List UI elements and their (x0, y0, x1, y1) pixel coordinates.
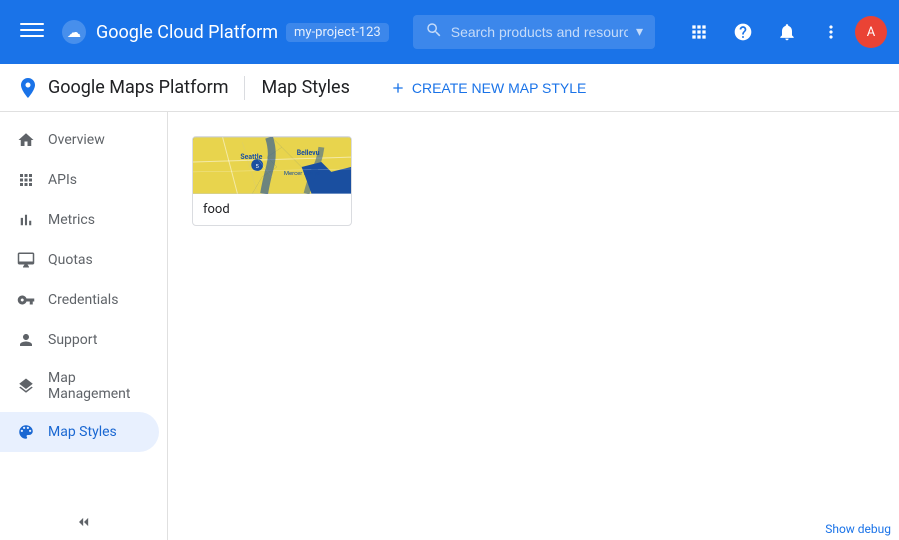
sidebar-item-overview[interactable]: Overview (0, 120, 159, 160)
debug-bar[interactable]: Show debug (817, 518, 899, 540)
main-layout: Overview APIs Metrics (0, 112, 899, 540)
search-dropdown-icon[interactable]: ▾ (636, 24, 643, 40)
sidebar-item-label: Map Management (48, 370, 143, 402)
sidebar-item-support[interactable]: Support (0, 320, 159, 360)
app-title: Google Maps Platform (48, 77, 228, 98)
help-icon[interactable] (723, 12, 763, 52)
main-content: Seattle Bellevu Mercer Island 5 food (168, 112, 899, 540)
sidebar-item-label: Support (48, 332, 97, 348)
header-divider (244, 76, 245, 100)
sidebar-item-label: Credentials (48, 292, 118, 308)
sidebar-item-metrics[interactable]: Metrics (0, 200, 159, 240)
map-style-card-food[interactable]: Seattle Bellevu Mercer Island 5 food (192, 136, 352, 226)
notification-icon[interactable] (767, 12, 807, 52)
header-actions: CREATE NEW MAP STYLE (390, 80, 587, 96)
sidebar-collapse-button[interactable] (0, 504, 167, 540)
create-new-map-style-button[interactable]: CREATE NEW MAP STYLE (390, 80, 587, 96)
topbar-logo: ☁ Google Cloud Platform (60, 18, 278, 46)
page-title: Map Styles (261, 77, 349, 98)
sidebar-item-label: Quotas (48, 252, 93, 268)
sidebar-item-quotas[interactable]: Quotas (0, 240, 159, 280)
topbar-title: Google Cloud Platform (96, 22, 278, 43)
map-thumbnail-image: Seattle Bellevu Mercer Island 5 (193, 137, 351, 194)
topbar-actions: A (679, 12, 887, 52)
grid-icon (16, 170, 36, 190)
map-card-label: food (193, 194, 351, 225)
svg-text:Bellevu: Bellevu (297, 149, 320, 157)
home-icon (16, 130, 36, 150)
more-icon[interactable] (811, 12, 851, 52)
bar-chart-icon (16, 210, 36, 230)
palette-icon (16, 422, 36, 442)
map-thumbnail: Seattle Bellevu Mercer Island 5 (193, 137, 351, 194)
search-icon (425, 21, 443, 43)
monitor-icon (16, 250, 36, 270)
account-selector[interactable]: my-project-123 (286, 23, 389, 42)
key-icon (16, 290, 36, 310)
sidebar-item-label: APIs (48, 172, 77, 188)
cloud-icon: ☁ (60, 18, 88, 46)
collapse-icon (74, 512, 94, 532)
layers-icon (16, 376, 36, 396)
apps-icon[interactable] (679, 12, 719, 52)
avatar[interactable]: A (855, 16, 887, 48)
subheader: Google Maps Platform Map Styles CREATE N… (0, 64, 899, 112)
menu-icon[interactable] (12, 10, 52, 54)
search-input[interactable] (451, 24, 628, 40)
person-icon (16, 330, 36, 350)
maps-logo-icon (16, 76, 40, 100)
sidebar-item-map-styles[interactable]: Map Styles (0, 412, 159, 452)
search-bar[interactable]: ▾ (413, 15, 655, 49)
svg-text:☁: ☁ (67, 25, 81, 41)
sidebar-item-label: Map Styles (48, 424, 117, 440)
sidebar-item-apis[interactable]: APIs (0, 160, 159, 200)
app-logo: Google Maps Platform (16, 76, 228, 100)
add-icon (390, 80, 406, 96)
topbar: ☁ Google Cloud Platform my-project-123 ▾ (0, 0, 899, 64)
sidebar: Overview APIs Metrics (0, 112, 168, 540)
sidebar-item-credentials[interactable]: Credentials (0, 280, 159, 320)
sidebar-item-label: Overview (48, 132, 105, 148)
sidebar-item-map-management[interactable]: Map Management (0, 360, 159, 412)
sidebar-item-label: Metrics (48, 212, 95, 228)
